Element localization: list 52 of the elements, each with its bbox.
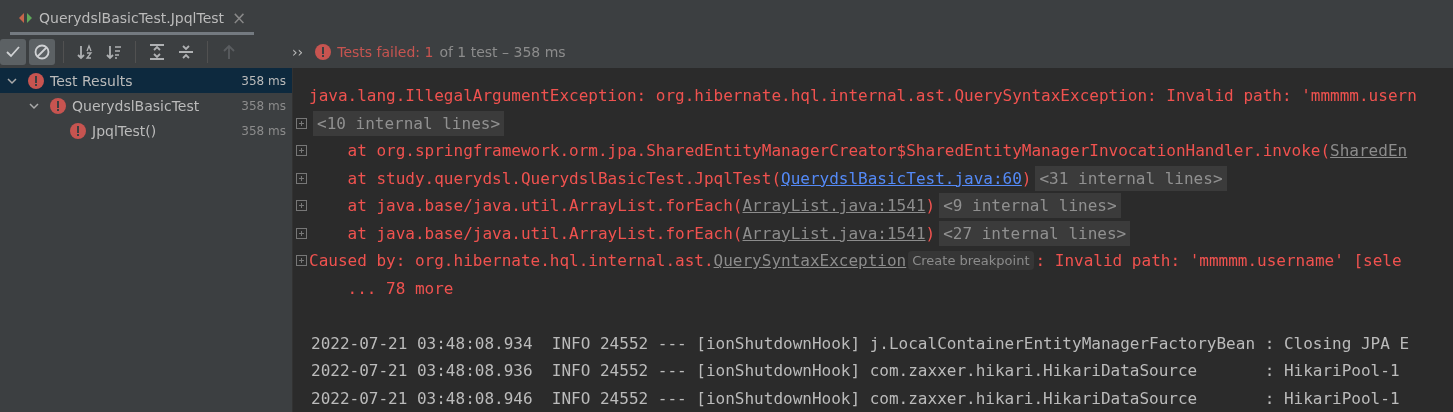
show-passed-button[interactable]	[0, 38, 26, 65]
folded-lines[interactable]: <27 internal lines>	[939, 220, 1131, 246]
test-tree-item[interactable]: Test Results 358 ms	[0, 68, 292, 93]
expand-icon[interactable]	[295, 255, 307, 267]
folded-lines[interactable]: <9 internal lines>	[939, 193, 1121, 219]
source-link[interactable]: SharedEn	[1330, 141, 1408, 161]
test-tree-item[interactable]: JpqlTest() 358 ms	[0, 118, 292, 143]
stack-text: at study.querydsl.QuerydslBasicTest.JpqlTest(	[346, 168, 781, 188]
stack-text: )	[925, 196, 936, 216]
folded-lines[interactable]: <31 internal lines>	[1035, 165, 1227, 191]
test-tree-item[interactable]: QuerydslBasicTest 358 ms	[0, 93, 292, 118]
log-line: 2022-07-21 03:48:08.934 INFO 24552 --- [ionShutdownHook] j.LocalContainerEntityManagerFactoryBean : Closing JPA E	[311, 333, 1410, 353]
folded-lines[interactable]: <10 internal lines>	[313, 110, 505, 136]
test-duration: 358 ms	[241, 98, 286, 113]
source-link[interactable]: ArrayList.java:1541	[742, 196, 926, 216]
test-name: Test Results	[50, 72, 134, 89]
prohibited-icon	[33, 42, 51, 61]
log-line: 2022-07-21 03:48:08.946 INFO 24552 --- [ionShutdownHook] com.zaxxer.hikari.HikariDataSource : HikariPool-1	[311, 388, 1400, 408]
source-link[interactable]: QuerydslBasicTest.java:60	[781, 168, 1022, 188]
tab-title: QuerydslBasicTest.JpqlTest	[39, 9, 225, 26]
close-icon[interactable]: ×	[232, 7, 247, 28]
collapse-all-icon	[177, 42, 195, 61]
test-duration: 358 ms	[241, 73, 286, 88]
stack-text: ... 78 more	[346, 278, 454, 298]
expand-all-icon	[148, 42, 166, 61]
stack-text: )	[925, 223, 936, 243]
breakpoint-tooltip: Create breakpoint	[908, 251, 1034, 271]
expand-icon[interactable]	[295, 117, 307, 129]
show-ignored-button[interactable]	[29, 38, 55, 65]
stack-text: Caused by: org.hibernate.hql.internal.ast.	[309, 251, 714, 271]
log-line: 2022-07-21 03:48:08.936 INFO 24552 --- [ionShutdownHook] com.zaxxer.hikari.HikariDataSource : HikariPool-1	[311, 361, 1400, 381]
source-link[interactable]: QuerySyntaxException	[713, 251, 907, 271]
sort-alpha-icon	[76, 42, 94, 61]
test-name: JpqlTest()	[92, 122, 158, 139]
test-summary: of 1 test – 358 ms	[439, 43, 566, 60]
error-icon	[315, 43, 332, 60]
stack-text: at java.base/java.util.ArrayList.forEach(	[346, 223, 743, 243]
run-config-icon	[18, 10, 34, 25]
expand-icon[interactable]	[295, 172, 307, 184]
stack-text: )	[1021, 168, 1032, 188]
failed-count: Tests failed: 1	[337, 43, 434, 60]
expand-icon[interactable]	[295, 200, 307, 212]
more-icon[interactable]: ››	[292, 43, 304, 60]
test-name: QuerydslBasicTest	[72, 97, 201, 114]
test-duration: 358 ms	[241, 123, 286, 138]
expand-icon[interactable]	[295, 145, 307, 157]
stack-text: : Invalid path: 'mmmmm.username' [sele	[1035, 251, 1402, 271]
stack-text: at java.base/java.util.ArrayList.forEach(	[346, 196, 743, 216]
stack-text: at org.springframework.orm.jpa.SharedEntityManagerCreator$SharedEntityManagerInvocationHandler.invoke(	[346, 141, 1331, 161]
expand-icon[interactable]	[295, 227, 307, 239]
stack-text: java.lang.IllegalArgumentException: org.hibernate.hql.internal.ast.QuerySyntaxException: Invalid path: 'mmmmm.usern	[309, 86, 1417, 106]
source-link[interactable]: ArrayList.java:1541	[742, 223, 926, 243]
